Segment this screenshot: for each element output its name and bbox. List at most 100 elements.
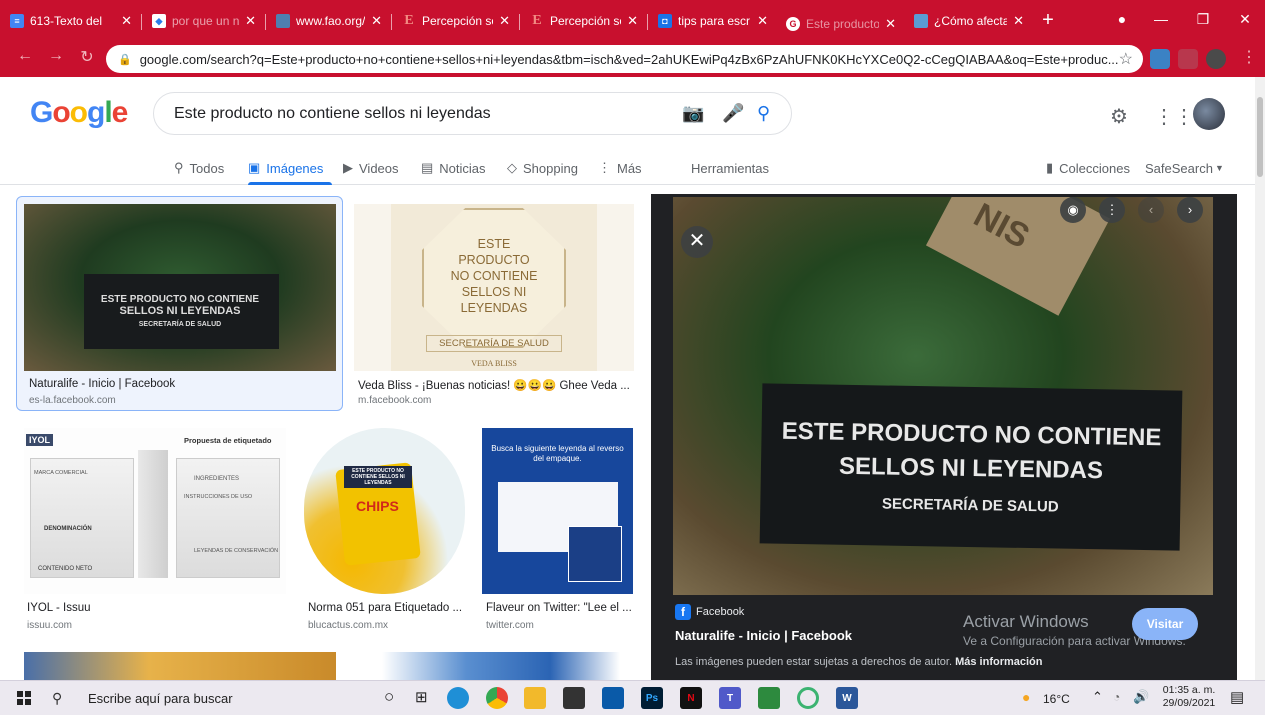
settings-gear-icon[interactable]: ⚙ xyxy=(1110,104,1128,129)
store-icon[interactable] xyxy=(563,687,585,709)
teams-icon[interactable]: T xyxy=(719,687,741,709)
page-scrollbar[interactable] xyxy=(1255,77,1265,680)
taskbar-search[interactable]: Escribe aquí para buscar xyxy=(88,691,233,706)
collections-button[interactable]: ▮ Colecciones xyxy=(1046,155,1130,181)
tab-videos[interactable]: ▶ Videos xyxy=(343,155,399,181)
windows-taskbar: ⚲ Escribe aquí para buscar ○ ⊞ Ps N T W … xyxy=(0,680,1265,715)
result-title[interactable]: Naturalife - Inicio | Facebook xyxy=(29,378,329,390)
netflix-icon[interactable]: N xyxy=(680,687,702,709)
search-icon[interactable]: ⚲ xyxy=(757,103,770,124)
close-tab-icon[interactable]: ✕ xyxy=(245,13,256,29)
product-label: ESTE PRODUCTO NO CONTIENE SELLOS NI LEYE… xyxy=(759,383,1183,551)
safesearch-button[interactable]: SafeSearch ▼ xyxy=(1145,155,1224,181)
app-circle-icon[interactable] xyxy=(797,687,819,709)
visit-button[interactable]: Visitar xyxy=(1132,608,1198,640)
back-icon[interactable]: ← xyxy=(14,47,36,65)
volume-icon[interactable]: 🔊 xyxy=(1133,689,1149,705)
puzzle-icon[interactable] xyxy=(1178,49,1198,69)
maximize-icon[interactable]: ❐ xyxy=(1188,6,1218,32)
next-icon[interactable]: › xyxy=(1177,197,1203,223)
preview-image[interactable]: NIS ESTE PRODUCTO NO CONTIENE SELLOS NI … xyxy=(673,197,1213,595)
close-tab-icon[interactable]: ✕ xyxy=(121,13,132,29)
notifications-icon[interactable]: ▤ xyxy=(1230,688,1244,706)
result-thumbnail[interactable]: ESTE PRODUCTO NO CONTIENE SELLOS NI LEYE… xyxy=(24,204,336,371)
tab-mas[interactable]: ⋮ Más xyxy=(598,155,642,181)
new-tab-button[interactable]: + xyxy=(1036,9,1060,33)
mail-icon[interactable] xyxy=(602,687,624,709)
browser-tab-active[interactable]: G Este producto ✕ xyxy=(778,6,904,41)
lens-icon[interactable]: ◉ xyxy=(1060,197,1086,223)
result-thumbnail[interactable]: IYOL Propuesta de etiquetado MARCA COMER… xyxy=(24,428,286,594)
browser-tab[interactable]: ≡ 613-Texto del ✕ xyxy=(2,8,140,34)
tab-separator xyxy=(647,14,648,30)
camera-icon[interactable]: 📷 xyxy=(682,103,704,124)
microphone-icon[interactable]: 🎤 xyxy=(722,103,744,124)
close-tab-icon[interactable]: ✕ xyxy=(885,16,896,32)
tab-shopping[interactable]: ◇ Shopping xyxy=(507,155,578,181)
minimize-icon[interactable]: — xyxy=(1146,6,1176,32)
browser-tab[interactable]: ¿Cómo afecta ✕ xyxy=(906,8,1032,34)
result-thumbnail[interactable] xyxy=(24,652,336,680)
preview-title[interactable]: Naturalife - Inicio | Facebook xyxy=(675,628,852,643)
activation-watermark-title: Activar Windows xyxy=(963,612,1089,631)
tab-noticias[interactable]: ▤ Noticias xyxy=(421,155,486,181)
more-options-icon[interactable]: ⋮ xyxy=(1099,197,1125,223)
browser-tab[interactable]: www.fao.org/✕ xyxy=(268,8,390,34)
extension-icon[interactable] xyxy=(1150,49,1170,69)
tab-separator xyxy=(265,14,266,30)
close-preview-icon[interactable]: ✕ xyxy=(681,226,713,258)
word-icon[interactable]: W xyxy=(836,687,858,709)
clock[interactable]: 01:35 a. m. 29/09/2021 xyxy=(1159,684,1219,710)
address-bar[interactable]: 🔒 google.com/search?q=Este+producto+no+c… xyxy=(106,45,1143,73)
result-thumbnail[interactable]: ESTE PRODUCTO NO CONTIENE SELLOS NI LEYE… xyxy=(354,204,634,371)
more-info-link[interactable]: Más información xyxy=(955,656,1042,668)
tab-todos[interactable]: ⚲ Todos xyxy=(174,155,224,181)
browser-tab[interactable]: ◆ por que un ni ✕ xyxy=(144,8,264,34)
profile-dot-icon[interactable]: ● xyxy=(1107,6,1137,32)
close-tab-icon[interactable]: ✕ xyxy=(757,13,768,29)
browser-tab[interactable]: E Percepción so ✕ xyxy=(522,8,646,34)
tools-button[interactable]: Herramientas xyxy=(691,155,769,181)
file-explorer-icon[interactable] xyxy=(524,687,546,709)
result-thumbnail[interactable]: Busca la siguiente leyenda al reverso de… xyxy=(482,428,633,594)
close-window-icon[interactable]: ✕ xyxy=(1230,6,1260,32)
result-title[interactable]: IYOL - Issuu xyxy=(27,602,285,614)
result-title[interactable]: Norma 051 para Etiquetado ... xyxy=(308,602,466,614)
preview-source[interactable]: f Facebook xyxy=(675,604,744,620)
app-icon[interactable] xyxy=(758,687,780,709)
result-thumbnail[interactable] xyxy=(354,652,634,680)
edge-icon[interactable] xyxy=(447,687,469,709)
tray-chevron-icon[interactable]: ⌃ xyxy=(1092,689,1103,705)
windows-start-icon[interactable] xyxy=(17,691,31,705)
google-icon: G xyxy=(786,16,800,31)
chrome-icon[interactable] xyxy=(486,687,508,709)
google-logo[interactable]: Google xyxy=(30,96,128,130)
result-thumbnail[interactable]: ESTE PRODUCTO NO CONTIENE SELLOS NI LEYE… xyxy=(304,428,465,594)
wifi-icon[interactable]: ◔ xyxy=(1113,690,1120,704)
tab-separator xyxy=(519,14,520,30)
apps-grid-icon[interactable]: ⋮⋮ xyxy=(1154,104,1194,129)
profile-avatar-icon[interactable] xyxy=(1206,49,1226,69)
result-title[interactable]: Flaveur on Twitter: "Lee el ... xyxy=(486,602,634,614)
bookmark-star-icon[interactable]: ☆ xyxy=(1119,49,1133,69)
bookmark-icon: ▮ xyxy=(1046,160,1054,175)
account-avatar[interactable] xyxy=(1193,98,1225,130)
previous-icon[interactable]: ‹ xyxy=(1138,197,1164,223)
close-tab-icon[interactable]: ✕ xyxy=(627,13,638,29)
scrollbar-thumb[interactable] xyxy=(1257,97,1263,177)
reload-icon[interactable]: ↻ xyxy=(76,47,98,67)
close-tab-icon[interactable]: ✕ xyxy=(1013,13,1024,29)
close-tab-icon[interactable]: ✕ xyxy=(499,13,510,29)
task-view-icon[interactable]: ⊞ xyxy=(415,688,428,706)
elsevier-icon: E xyxy=(404,13,414,28)
browser-tab[interactable]: ◘ tips para escr ✕ xyxy=(650,8,776,34)
menu-icon[interactable]: ⋮ xyxy=(1238,47,1260,67)
weather-temp[interactable]: 16°C xyxy=(1043,692,1070,706)
cortana-icon[interactable]: ○ xyxy=(384,687,394,707)
close-tab-icon[interactable]: ✕ xyxy=(371,13,382,29)
photoshop-icon[interactable]: Ps xyxy=(641,687,663,709)
browser-tab[interactable]: E Percepción so ✕ xyxy=(394,8,518,34)
forward-icon[interactable]: → xyxy=(45,47,67,65)
tab-imagenes[interactable]: ▣ Imágenes xyxy=(248,155,332,185)
result-title[interactable]: Veda Bliss - ¡Buenas noticias! 😀😀😀 Ghee … xyxy=(358,378,630,392)
